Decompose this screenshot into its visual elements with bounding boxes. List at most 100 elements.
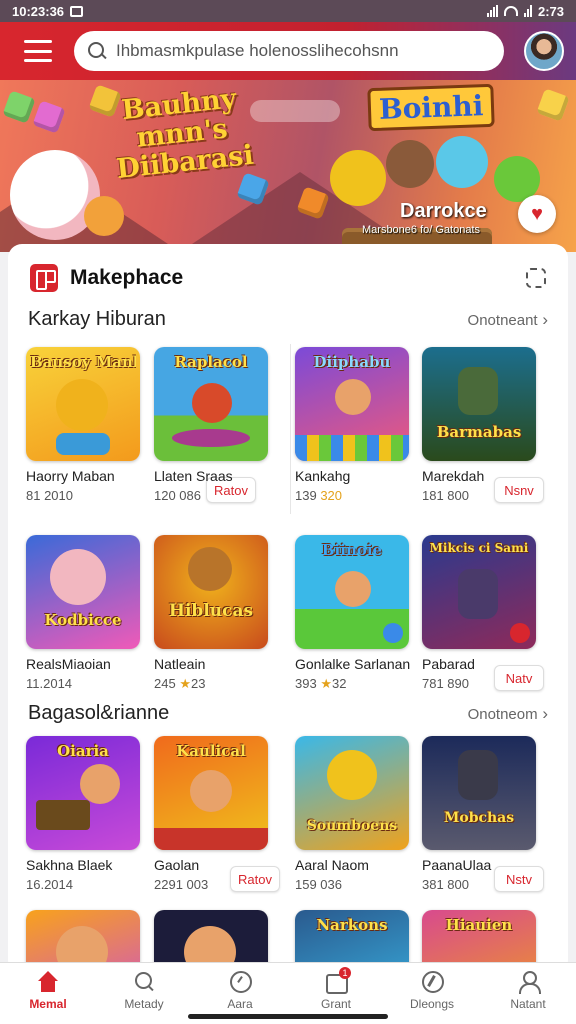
nav-label: Metady	[124, 997, 164, 1011]
game-card[interactable]: Biinoie Gonlalke Sarlanan 393 ★32	[295, 535, 415, 695]
search-icon	[132, 971, 156, 993]
clock-icon	[228, 971, 252, 993]
favorite-button[interactable]: ♥	[518, 195, 556, 233]
see-more-link[interactable]: Onotneom	[468, 704, 548, 724]
nav-label: Grant	[320, 997, 351, 1011]
fox-mascot	[84, 196, 124, 236]
game-card[interactable]: Kaulical Gaolan 2291 003 Ratov	[154, 736, 280, 896]
user-avatar[interactable]	[524, 31, 564, 71]
game-meta: 139 320	[295, 488, 343, 503]
block-cube	[32, 100, 66, 134]
nav-profile[interactable]: Natant	[480, 963, 576, 1024]
filter-icon[interactable]	[526, 268, 546, 288]
wifi-icon	[503, 6, 518, 16]
game-card[interactable]: Mikcis ci Sami Pabarad 781 890 Natv	[422, 535, 544, 695]
game-card[interactable]: Kodbicce RealsMiaoian 11.2014	[26, 535, 146, 695]
banner-brand: Darrokce	[400, 200, 487, 222]
banner-title: Bauhny mnn's Diibarasi	[115, 83, 256, 185]
game-thumbnail: Mobchas	[422, 736, 536, 850]
marketplace-icon	[30, 264, 58, 292]
nav-search[interactable]: Metady	[96, 963, 192, 1024]
game-card[interactable]: Soumboens Aaral Naom 159 036	[295, 736, 415, 896]
game-meta: 16.2014	[26, 877, 73, 892]
game-card[interactable]: Diiphabu Kankahg 139 320	[295, 347, 415, 507]
search-bar[interactable]	[74, 31, 504, 71]
block-cube	[536, 88, 570, 122]
game-thumbnail: Oiaria	[26, 736, 140, 850]
card-header: Makephace	[30, 264, 183, 292]
see-more-link[interactable]: Onotneant	[468, 310, 548, 330]
get-button[interactable]: Natv	[494, 665, 544, 691]
battery-level: 2:73	[537, 3, 564, 19]
game-thumbnail: Barmabas	[422, 347, 536, 461]
game-card[interactable]: Mobchas PaanaUlaa 381 800 Nstv	[422, 736, 544, 896]
game-card[interactable]: Oiaria Sakhna Blaek 16.2014	[26, 736, 146, 896]
promo-banner[interactable]: Bauhny mnn's Diibarasi Boinhi Darrokce M…	[0, 80, 576, 252]
bear-mascot	[386, 140, 434, 188]
game-thumbnail: Diiphabu	[295, 347, 409, 461]
get-button[interactable]: Nstv	[494, 866, 544, 892]
section-title: Bagasol&rianne	[28, 702, 170, 724]
game-meta: 11.2014	[26, 676, 73, 691]
get-button[interactable]: Ratov	[230, 866, 280, 892]
yellow-mascot	[330, 150, 386, 206]
get-button[interactable]: Nsnv	[494, 477, 544, 503]
game-title: RealsMiaoian	[26, 656, 111, 672]
game-meta: 381 800	[422, 877, 469, 892]
top-app-bar	[0, 22, 576, 80]
game-meta: 2291 003	[154, 877, 209, 892]
game-title: Natleain	[154, 656, 206, 672]
game-thumbnail: Raplacol	[154, 347, 268, 461]
heart-icon: ♥	[531, 203, 543, 225]
game-thumbnail: Mikcis ci Sami	[422, 535, 536, 649]
hamburger-icon[interactable]	[24, 40, 52, 62]
card-title: Makephace	[70, 266, 184, 289]
game-title: Sakhna Blaek	[26, 857, 113, 873]
user-icon	[516, 971, 541, 994]
game-title: Llaten Sraas	[154, 468, 233, 484]
section-header: Karkay Hiburan Onotneant	[28, 308, 548, 331]
game-row: Bausoy Manba Haorry Maban 81 2010 Ratov …	[26, 347, 550, 503]
section-title: Karkay Hiburan	[28, 308, 166, 330]
game-meta: 245 ★23	[154, 676, 206, 691]
nav-home[interactable]: Memal	[0, 963, 96, 1024]
game-meta: 120 086	[154, 488, 201, 503]
game-meta: 393 ★32	[295, 676, 347, 691]
game-title: Kankahg	[295, 468, 351, 484]
game-row: Kodbicce RealsMiaoian 11.2014 Hiblucas N…	[26, 535, 550, 691]
game-thumbnail: Hiblucas	[154, 535, 268, 649]
game-meta: 181 800	[422, 488, 469, 503]
signal-icon-2	[523, 5, 532, 17]
signal-icon	[486, 5, 498, 17]
cloud	[250, 100, 340, 122]
banner-logo: Boinhi	[367, 83, 496, 132]
screenshot-icon	[70, 5, 84, 17]
nav-explore[interactable]: Dleongs	[384, 963, 480, 1024]
home-indicator[interactable]	[188, 1014, 388, 1019]
game-card[interactable]: Barmabas Marekdah 181 800 Nsnv	[422, 347, 544, 507]
game-meta: 781 890	[422, 676, 469, 691]
game-card[interactable]: Hiblucas Natleain 245 ★23	[154, 535, 274, 695]
banner-tagline: Marsbone6 fo/ Gatonats	[362, 224, 481, 236]
section-header: Bagasol&rianne Onotneom	[28, 702, 548, 725]
game-meta: 81 2010	[26, 488, 73, 503]
compass-icon	[420, 971, 444, 993]
game-thumbnail: Kaulical	[154, 736, 268, 850]
block-cube	[2, 90, 36, 124]
game-title: Haorry Maban	[26, 468, 115, 484]
game-card[interactable]: Bausoy Manba Haorry Maban 81 2010 Ratov	[26, 347, 256, 507]
nav-label: Natant	[510, 997, 546, 1011]
game-thumbnail: Soumboens	[295, 736, 409, 850]
search-input[interactable]	[116, 41, 490, 61]
game-thumbnail: Biinoie	[295, 535, 409, 649]
cart-badge: 1	[339, 967, 351, 979]
game-title: Aaral Naom	[295, 857, 369, 873]
home-icon	[36, 971, 60, 993]
blue-mascot	[436, 136, 488, 188]
game-row: Oiaria Sakhna Blaek 16.2014 Kaulical Gao…	[26, 736, 550, 892]
game-thumbnail: Kodbicce	[26, 535, 140, 649]
marketplace-card: Makephace Karkay Hiburan Onotneant Bauso…	[8, 244, 568, 974]
status-bar: 10:23:36 2:73	[0, 0, 576, 22]
game-meta: 159 036	[295, 877, 342, 892]
game-card[interactable]: Raplacol Llaten Sraas 120 086	[154, 347, 274, 507]
